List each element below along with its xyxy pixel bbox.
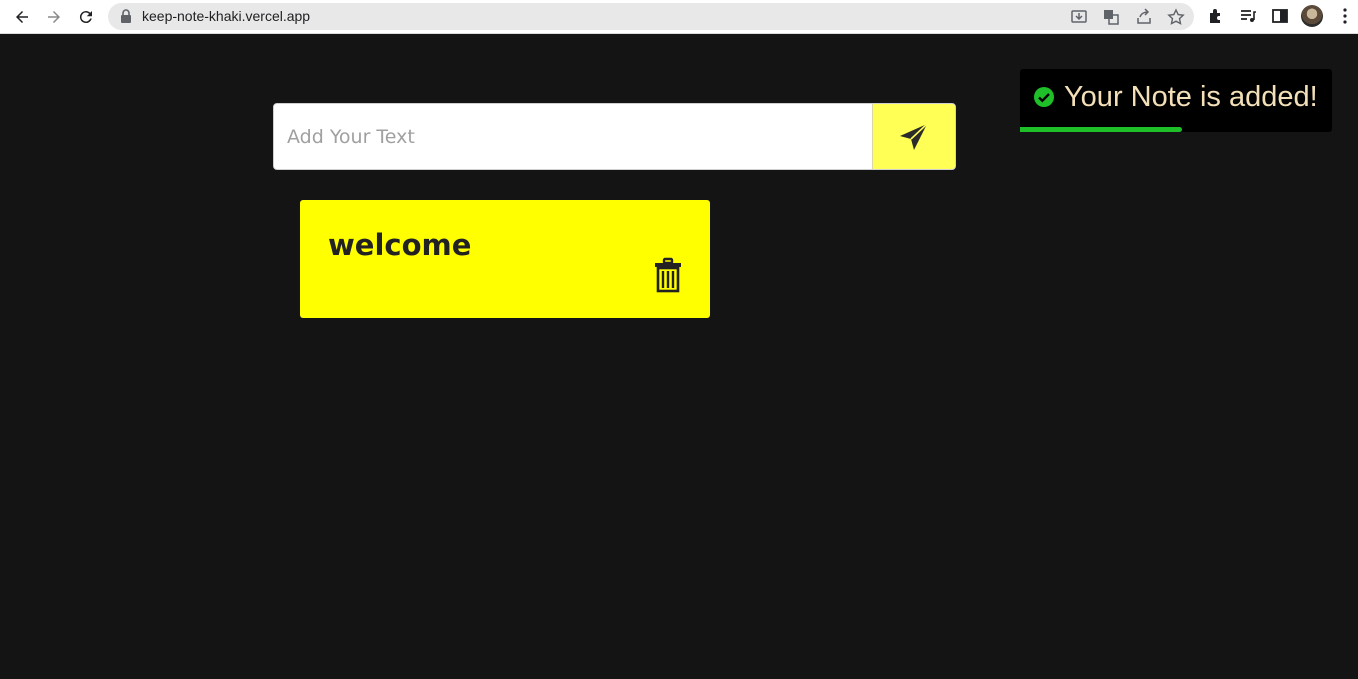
- forward-button[interactable]: [42, 5, 66, 29]
- delete-note-button[interactable]: [653, 257, 683, 293]
- browser-toolbar: keep-note-khaki.vercel.app: [0, 0, 1358, 34]
- reload-button[interactable]: [74, 5, 98, 29]
- bookmark-star-icon[interactable]: [1167, 8, 1185, 26]
- note-text: welcome: [328, 228, 472, 262]
- media-queue-icon[interactable]: [1239, 7, 1257, 25]
- note-card: welcome: [300, 200, 710, 318]
- check-circle-icon: [1034, 87, 1054, 107]
- reload-icon: [79, 11, 92, 24]
- more-menu-icon[interactable]: [1336, 7, 1354, 25]
- address-bar[interactable]: keep-note-khaki.vercel.app: [108, 3, 1194, 30]
- translate-icon[interactable]: [1102, 8, 1120, 26]
- arrow-right-icon: [48, 11, 60, 23]
- back-button[interactable]: [10, 5, 34, 29]
- share-icon[interactable]: [1135, 8, 1153, 26]
- toast-notification[interactable]: Your Note is added!: [1020, 69, 1332, 132]
- add-note-button[interactable]: [872, 104, 955, 169]
- url-text: keep-note-khaki.vercel.app: [142, 8, 311, 24]
- trash-icon: [655, 257, 681, 293]
- install-app-icon[interactable]: [1070, 8, 1088, 26]
- arrow-left-icon: [16, 11, 28, 23]
- lock-icon: [121, 9, 131, 23]
- toast-progress-bar: [1020, 127, 1183, 132]
- toast-message: Your Note is added!: [1064, 80, 1318, 113]
- note-input[interactable]: [274, 104, 872, 169]
- side-panel-icon[interactable]: [1271, 7, 1289, 25]
- toast-content: Your Note is added!: [1028, 77, 1328, 117]
- send-icon: [900, 122, 928, 150]
- note-composer: [273, 103, 956, 170]
- extensions-icon[interactable]: [1207, 7, 1225, 25]
- profile-avatar[interactable]: [1301, 5, 1323, 27]
